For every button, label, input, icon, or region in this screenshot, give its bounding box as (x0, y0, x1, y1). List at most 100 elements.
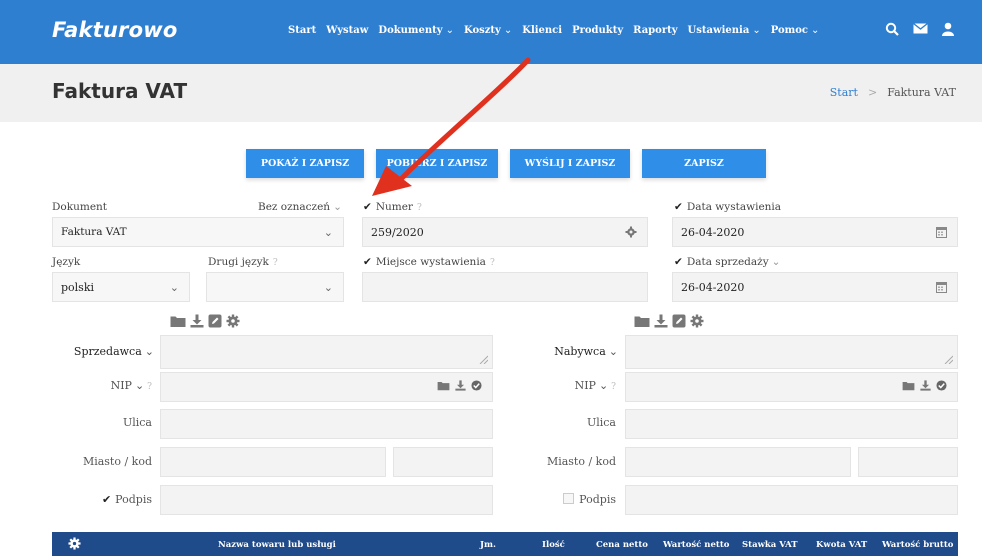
buyer-postcode-input[interactable] (858, 447, 958, 477)
help-icon[interactable]: ? (417, 203, 422, 213)
download-icon[interactable] (654, 313, 668, 332)
buyer-podpis-input[interactable] (625, 485, 958, 515)
jezyk-select[interactable]: polski ⌄ (52, 272, 190, 302)
folder-icon[interactable] (170, 313, 186, 332)
drugi-jezyk-select[interactable]: ⌄ (206, 272, 344, 302)
check-icon[interactable]: ✔ (363, 201, 372, 213)
nav-item-pomoc[interactable]: Pomoc ⌄ (771, 25, 820, 36)
buyer-nip-input[interactable] (625, 372, 958, 402)
save-button[interactable]: ZAPISZ (642, 149, 766, 178)
check-icon[interactable]: ✔ (363, 256, 372, 268)
chevron-down-icon: ⌄ (323, 225, 333, 239)
download-icon[interactable] (920, 380, 931, 394)
nav-item-start[interactable]: Start (288, 25, 316, 36)
nav-item-raporty[interactable]: Raporty (633, 25, 677, 36)
help-icon[interactable]: ? (490, 258, 495, 268)
numer-input[interactable]: 259/2020 (362, 217, 648, 247)
podpis-checkbox[interactable] (563, 493, 575, 504)
breadcrumb-current: Faktura VAT (887, 86, 956, 99)
gear-icon[interactable] (690, 313, 704, 332)
nav-item-koszty[interactable]: Koszty ⌄ (464, 25, 512, 36)
seller-label[interactable]: Sprzedawca ⌄ (74, 345, 154, 358)
breadcrumb-separator: > (867, 86, 878, 99)
check-icon[interactable]: ✔ (674, 256, 683, 268)
user-icon[interactable] (942, 22, 954, 36)
drugi-jezyk-label: Drugi język? (208, 256, 278, 268)
data-wystawienia-label: ✔ Data wystawienia (674, 201, 782, 213)
check-icon[interactable]: ✔ (102, 493, 111, 506)
column-header-qty[interactable]: Ilość (542, 540, 565, 550)
check-circle-icon[interactable] (936, 380, 947, 394)
send-and-save-button[interactable]: WYŚLIJ I ZAPISZ (510, 149, 630, 178)
chevron-down-icon: ⌄ (608, 345, 618, 358)
download-icon[interactable] (190, 313, 204, 332)
nav-item-produkty[interactable]: Produkty (572, 25, 623, 36)
seller-nip-input[interactable] (160, 372, 493, 402)
check-icon[interactable]: ✔ (674, 201, 683, 213)
resize-handle-icon[interactable] (478, 354, 488, 364)
seller-city-input[interactable] (160, 447, 386, 477)
gear-icon[interactable] (625, 226, 637, 238)
column-header-net-price[interactable]: Cena netto (596, 540, 648, 550)
gear-icon[interactable] (226, 313, 240, 332)
marking-select[interactable]: Bez oznaczeń ⌄ (258, 201, 342, 213)
jezyk-label: Język (52, 256, 81, 268)
column-header-net-value[interactable]: Wartość netto (663, 540, 729, 550)
column-header-vat-rate[interactable]: Stawka VAT (742, 540, 798, 550)
nav-item-wystaw[interactable]: Wystaw (326, 25, 368, 36)
buyer-label[interactable]: Nabywca ⌄ (554, 345, 618, 358)
chevron-down-icon[interactable]: ⌄ (772, 256, 781, 268)
chevron-down-icon: ⌄ (810, 25, 820, 36)
buyer-city-input[interactable] (625, 447, 851, 477)
buyer-tools (634, 313, 704, 332)
calendar-icon[interactable] (936, 281, 947, 293)
dokument-label: Dokument (52, 201, 108, 213)
breadcrumb-start[interactable]: Start (830, 86, 858, 99)
items-table-header: Nazwa towaru lub usługi Jm. Ilość Cena n… (52, 532, 958, 556)
nav-item-ustawienia[interactable]: Ustawienia ⌄ (688, 25, 761, 36)
gear-icon[interactable] (68, 537, 81, 553)
miejsce-input[interactable] (362, 272, 648, 302)
help-icon[interactable]: ? (611, 382, 616, 392)
download-and-save-button[interactable]: POBIERZ I ZAPISZ (376, 149, 498, 178)
data-sprzedazy-input[interactable]: 26-04-2020 (672, 272, 958, 302)
nav-item-klienci[interactable]: Klienci (522, 25, 562, 36)
nip-actions (902, 380, 947, 394)
buyer-textarea[interactable] (625, 335, 958, 369)
column-header-vat-amount[interactable]: Kwota VAT (816, 540, 867, 550)
logo[interactable]: Fakturowo (52, 18, 177, 42)
seller-ulica-input[interactable] (160, 409, 493, 439)
folder-icon[interactable] (902, 380, 915, 394)
data-wystawienia-input[interactable]: 26-04-2020 (672, 217, 958, 247)
top-icons (885, 22, 954, 36)
nip-actions (437, 380, 482, 394)
nav-item-dokumenty[interactable]: Dokumenty ⌄ (378, 25, 454, 36)
show-and-save-button[interactable]: POKAŻ I ZAPISZ (246, 149, 364, 178)
seller-nip-label: NIP ⌄? (110, 379, 152, 392)
dokument-select[interactable]: Faktura VAT ⌄ (52, 217, 344, 247)
check-circle-icon[interactable] (471, 380, 482, 394)
folder-icon[interactable] (437, 380, 450, 394)
chevron-down-icon: ⌄ (752, 25, 761, 36)
column-header-name[interactable]: Nazwa towaru lub usługi (218, 540, 336, 550)
calendar-icon[interactable] (936, 226, 947, 238)
seller-podpis-input[interactable] (160, 485, 493, 515)
folder-icon[interactable] (634, 313, 650, 332)
chevron-down-icon: ⌄ (323, 280, 333, 294)
seller-postcode-input[interactable] (393, 447, 493, 477)
edit-icon[interactable] (672, 313, 686, 332)
resize-handle-icon[interactable] (943, 354, 953, 364)
column-header-gross-value[interactable]: Wartość brutto (882, 540, 953, 550)
seller-textarea[interactable] (160, 335, 493, 369)
edit-icon[interactable] (208, 313, 222, 332)
envelope-icon[interactable] (913, 22, 928, 36)
help-icon[interactable]: ? (147, 382, 152, 392)
download-icon[interactable] (455, 380, 466, 394)
search-icon[interactable] (885, 22, 899, 36)
help-icon[interactable]: ? (273, 258, 278, 268)
chevron-down-icon: ⌄ (503, 25, 513, 36)
buyer-ulica-input[interactable] (625, 409, 958, 439)
chevron-down-icon[interactable]: ⌄ (599, 379, 608, 392)
chevron-down-icon[interactable]: ⌄ (135, 379, 144, 392)
column-header-unit[interactable]: Jm. (480, 540, 496, 550)
